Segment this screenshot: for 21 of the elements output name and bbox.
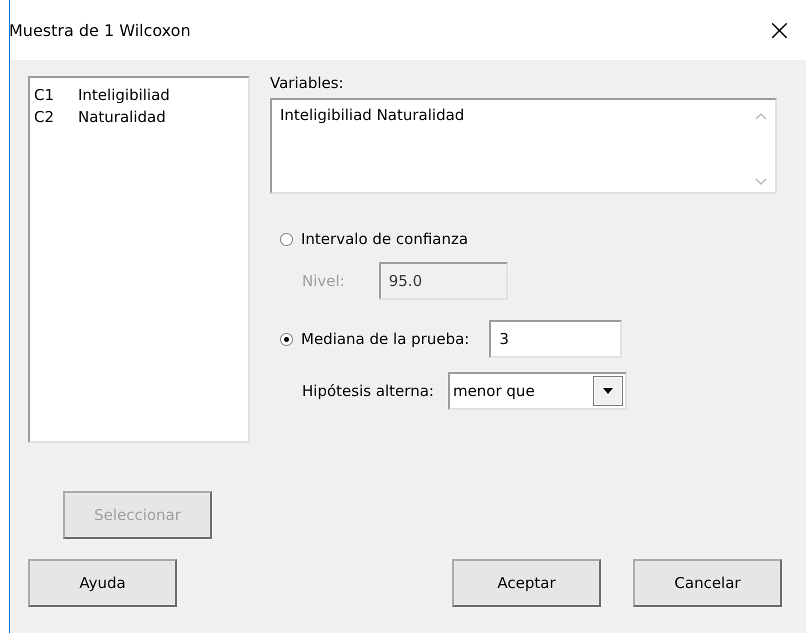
column-id[interactable]: C2 [34, 106, 70, 128]
window-title: Muestra de 1 Wilcoxon [9, 20, 191, 40]
column-name[interactable]: Inteligibiliad [78, 84, 170, 106]
scroll-down-icon[interactable] [755, 178, 767, 186]
variables-field[interactable]: Inteligibiliad Naturalidad [270, 98, 777, 194]
alternative-label: Hipótesis alterna: [302, 382, 434, 400]
close-button[interactable]: × [758, 12, 800, 48]
scroll-up-icon[interactable] [755, 112, 767, 120]
alternative-dropdown[interactable]: menor que [448, 372, 627, 410]
column-id[interactable]: C1 [34, 84, 70, 106]
column-name[interactable]: Naturalidad [78, 106, 166, 128]
level-label: Nivel: [302, 272, 345, 290]
radio-button[interactable] [280, 332, 293, 346]
column-list[interactable]: C1 Inteligibiliad C2 Naturalidad [28, 76, 250, 443]
cancel-button[interactable]: Cancelar [633, 559, 782, 607]
help-button[interactable]: Ayuda [28, 559, 177, 607]
dropdown-arrow-icon [602, 388, 613, 394]
variables-label: Variables: [270, 74, 345, 92]
median-field[interactable]: 3 [489, 320, 622, 358]
ok-button[interactable]: Aceptar [452, 559, 601, 607]
option-label[interactable]: Mediana de la prueba: [301, 330, 470, 348]
